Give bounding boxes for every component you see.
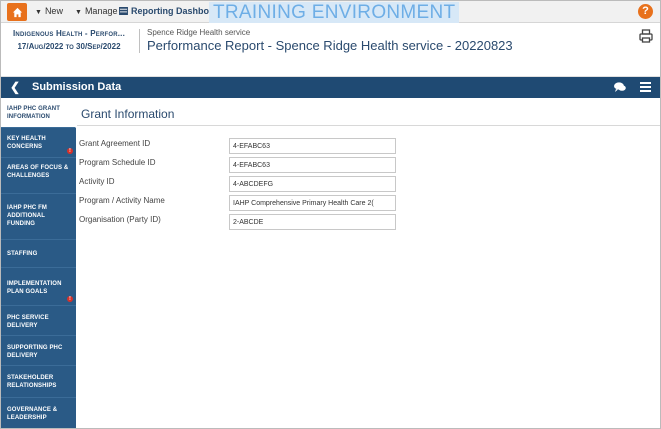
field-label: Activity ID — [79, 177, 115, 186]
sidebar-item-label: Staffing — [7, 251, 38, 257]
home-button[interactable] — [7, 3, 27, 21]
sidebar-item-label: IAHP PHC FM Additional Funding — [7, 205, 47, 227]
program-schedule-id-row: Program Schedule ID 4-EFABC63 — [79, 157, 499, 173]
sidebar-item-key-health-concerns[interactable]: Key Health Concerns ! — [1, 128, 76, 158]
comments-icon[interactable] — [614, 82, 626, 92]
report-type: Indigenous Health - Perfor... — [12, 29, 126, 38]
report-period-block: Indigenous Health - Perfor... 17/Aug/202… — [1, 29, 137, 51]
program-activity-name-row: Program / Activity Name IAHP Comprehensi… — [79, 195, 499, 211]
sidebar-item-grant-information[interactable]: IAHP PHC Grant Information — [1, 98, 76, 128]
service-name: Spence Ridge Health service — [147, 28, 251, 37]
sidebar-item-implementation-plan-goals[interactable]: Implementation Plan Goals ! — [1, 268, 76, 306]
field-label: Program Schedule ID — [79, 158, 156, 167]
submission-data-title: Submission Data — [32, 81, 122, 93]
help-icon[interactable]: ? — [638, 4, 653, 19]
top-menu-bar: ▼ New ▼ Manage Reporting Dashboard TRAININ… — [1, 1, 660, 23]
activity-id-row: Activity ID 4-ABCDEFG — [79, 176, 499, 192]
sidebar-item-label: Supporting PHC Delivery — [7, 345, 63, 359]
sidebar-item-phc-fm-additional-funding[interactable]: IAHP PHC FM Additional Funding — [1, 194, 76, 240]
grant-agreement-id-field[interactable]: 4-EFABC63 — [229, 138, 396, 154]
home-icon — [12, 7, 22, 17]
sidebar-item-staffing[interactable]: Staffing — [1, 240, 76, 268]
new-menu[interactable]: ▼ New — [35, 6, 63, 16]
sidebar-item-label: Stakeholder Relationships — [7, 375, 57, 389]
sidebar-item-label: PHC Service Delivery — [7, 315, 49, 329]
warning-icon: ! — [67, 296, 73, 302]
activity-id-field[interactable]: 4-ABCDEFG — [229, 176, 396, 192]
field-label: Program / Activity Name — [79, 196, 165, 205]
organisation-party-id-row: Organisation (Party ID) 2-ABCDE — [79, 214, 499, 230]
report-header: Indigenous Health - Perfor... 17/Aug/202… — [1, 24, 660, 77]
menu-icon[interactable] — [640, 82, 651, 92]
warning-icon: ! — [67, 148, 73, 154]
sidebar-item-stakeholder-relationships[interactable]: Stakeholder Relationships — [1, 366, 76, 398]
submission-data-bar: ❮ Submission Data — [1, 77, 660, 98]
report-title-block: Spence Ridge Health service Performance … — [147, 28, 513, 53]
field-label: Grant Agreement ID — [79, 139, 151, 148]
manage-menu-label: Manage — [84, 6, 118, 16]
sidebar-item-label: Areas of Focus & Challenges — [7, 165, 69, 179]
report-title: Performance Report - Spence Ridge Health… — [147, 38, 513, 53]
sidebar-item-supporting-phc-delivery[interactable]: Supporting PHC Delivery — [1, 336, 76, 366]
grant-agreement-id-row: Grant Agreement ID 4-EFABC63 — [79, 138, 499, 154]
dashboard-icon — [119, 7, 128, 15]
sidebar-item-label: Implementation Plan Goals — [7, 281, 62, 295]
field-label: Organisation (Party ID) — [79, 215, 161, 224]
sidebar-item-label: Key Health Concerns — [7, 136, 46, 150]
header-divider — [139, 29, 140, 53]
print-icon[interactable] — [639, 29, 653, 43]
section-sidebar: IAHP PHC Grant Information Key Health Co… — [1, 98, 76, 428]
grant-information-panel: Grant Information Grant Agreement ID 4-E… — [77, 98, 660, 428]
caret-down-icon: ▼ — [75, 9, 82, 16]
section-divider — [77, 125, 660, 126]
reporting-dashboard-link[interactable]: Reporting Dashboard — [119, 6, 223, 16]
back-chevron-icon[interactable]: ❮ — [10, 80, 20, 94]
manage-menu[interactable]: ▼ Manage — [75, 6, 117, 16]
new-menu-label: New — [44, 6, 63, 16]
sidebar-item-label: IAHP PHC Grant Information — [7, 106, 60, 120]
sidebar-item-governance-leadership[interactable]: Governance & Leadership — [1, 398, 76, 428]
sidebar-item-label: Governance & Leadership — [7, 407, 58, 421]
caret-down-icon: ▼ — [35, 9, 42, 16]
sidebar-item-areas-of-focus[interactable]: Areas of Focus & Challenges — [1, 158, 76, 194]
organisation-party-id-field[interactable]: 2-ABCDE — [229, 214, 396, 230]
section-title: Grant Information — [81, 107, 175, 121]
app-window: ▼ New ▼ Manage Reporting Dashboard TRAININ… — [0, 0, 661, 429]
report-period: 17/Aug/2022 to 30/Sep/2022 — [17, 42, 121, 51]
sidebar-item-phc-service-delivery[interactable]: PHC Service Delivery — [1, 306, 76, 336]
environment-banner: TRAINING ENVIRONMENT — [209, 2, 460, 23]
program-activity-name-field[interactable]: IAHP Comprehensive Primary Health Care 2… — [229, 195, 396, 211]
program-schedule-id-field[interactable]: 4-EFABC63 — [229, 157, 396, 173]
